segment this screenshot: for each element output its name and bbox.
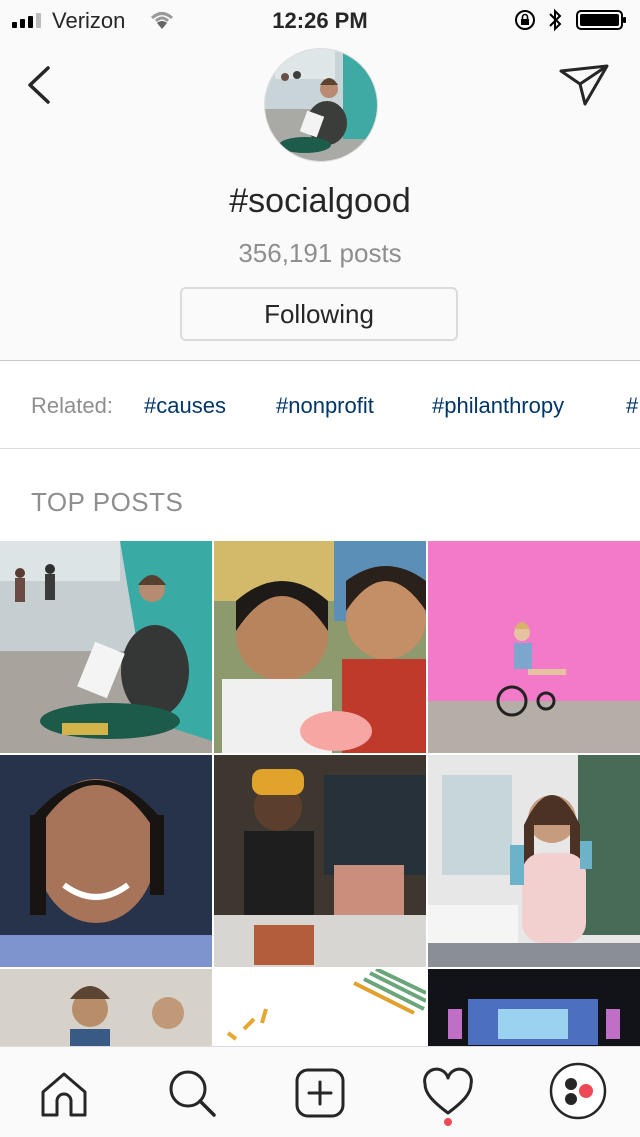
following-button[interactable]: Following: [180, 287, 458, 341]
post-thumbnail[interactable]: [428, 969, 640, 1046]
post-thumbnail[interactable]: [0, 755, 212, 967]
post-thumbnail[interactable]: [214, 969, 426, 1046]
bottom-tab-bar: [0, 1046, 640, 1137]
add-post-icon[interactable]: [292, 1065, 348, 1121]
post-thumbnail[interactable]: [214, 541, 426, 753]
hashtag-title: #socialgood: [229, 182, 411, 220]
notification-dot: [444, 1118, 452, 1126]
send-direct-icon[interactable]: [558, 62, 610, 108]
activity-heart-icon[interactable]: [420, 1065, 476, 1121]
top-posts-heading: TOP POSTS: [31, 487, 184, 517]
home-icon[interactable]: [36, 1065, 92, 1121]
post-count: 356,191 posts: [238, 238, 402, 268]
post-thumbnail[interactable]: [214, 755, 426, 967]
related-tag-partial[interactable]: #: [626, 393, 638, 419]
related-hashtags-bar[interactable]: Related: #causes #nonprofit #philanthrop…: [0, 361, 640, 449]
battery-icon: [576, 10, 626, 30]
hashtag-avatar: [264, 48, 378, 162]
related-tag-causes[interactable]: #causes: [144, 393, 226, 419]
rotation-lock-icon: [515, 10, 535, 30]
top-posts-header: TOP POSTS: [0, 449, 640, 541]
profile-icon[interactable]: [548, 1061, 608, 1121]
post-thumbnail[interactable]: [0, 541, 212, 753]
post-thumbnail[interactable]: [0, 969, 212, 1046]
top-posts-grid: [0, 541, 640, 1046]
back-arrow-icon[interactable]: [22, 62, 56, 108]
bluetooth-icon: [549, 8, 562, 32]
status-time: 12:26 PM: [272, 8, 368, 33]
status-bar: Verizon 12:26 PM: [0, 0, 640, 40]
related-tag-philanthropy[interactable]: #philanthropy: [432, 393, 564, 419]
post-thumbnail[interactable]: [428, 755, 640, 967]
related-label: Related:: [31, 393, 113, 418]
related-tag-nonprofit[interactable]: #nonprofit: [276, 393, 374, 419]
search-icon[interactable]: [164, 1065, 220, 1121]
post-thumbnail[interactable]: [428, 541, 640, 753]
